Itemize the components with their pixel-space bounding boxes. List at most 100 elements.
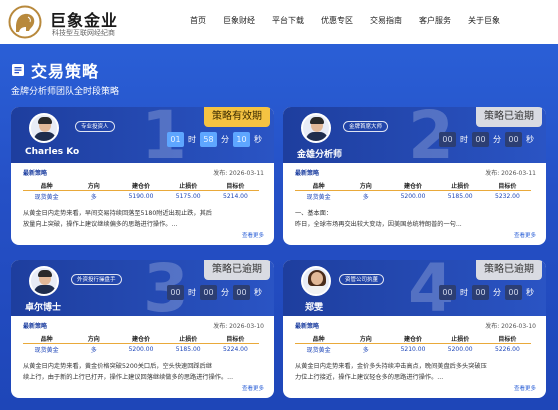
analyst-name[interactable]: Charles Ko <box>25 147 79 157</box>
nav-item-about[interactable]: 关于巨象 <box>468 15 500 26</box>
cell-direction: 多 <box>90 194 97 201</box>
cell-direction: 多 <box>362 194 369 201</box>
unit-minute: 分 <box>493 135 501 144</box>
strategy-table: 品种 方向 建仓价 止损价 目标价 现货黄金 多 5200.00 5185.00… <box>23 333 259 355</box>
countdown-hours: 01 <box>167 132 184 147</box>
cell-entry: 5200.00 <box>128 346 154 353</box>
col-target: 目标价 <box>226 182 245 190</box>
unit-hour: 时 <box>188 135 196 144</box>
analyst-tag: 外资投行操盘手 <box>71 274 122 285</box>
col-stop: 止损价 <box>451 335 470 343</box>
table-row: 现货黄金 多 5200.00 5185.00 5232.00 <box>295 191 531 202</box>
table-header: 品种 方向 建仓价 止损价 目标价 <box>295 180 531 191</box>
strategy-text: 从黄金日内走势来看，金价多头持续冲击高点，晚间美盘后多头突破压 力位上行接近，操… <box>295 361 535 383</box>
section-subtitle: 金牌分析师团队全时段策略 <box>11 87 120 97</box>
countdown-seconds: 00 <box>505 285 522 300</box>
countdown-timer: 00 时 00 分 00 秒 <box>439 132 538 147</box>
strategy-text-line: 力位上行接近，操作上建议轻仓多的思路进行操作。... <box>295 374 444 381</box>
latest-strategy-label: 最新策略 <box>23 323 48 330</box>
cell-direction: 多 <box>90 347 97 354</box>
countdown-seconds: 10 <box>233 132 250 147</box>
cell-symbol: 现货黄金 <box>306 194 331 201</box>
strategy-text-line: 放量向上突破，操作上建议继续偏多的思路进行操作。... <box>23 221 178 228</box>
col-symbol: 品种 <box>40 182 53 190</box>
latest-strategy-label: 最新策略 <box>295 323 320 330</box>
strategy-card-2[interactable]: 2 金牌首席大师 金雄分析师 策略已逾期 00 时 00 分 00 秒 最新策略… <box>283 107 546 245</box>
unit-second: 秒 <box>254 288 262 297</box>
cell-entry: 5210.00 <box>400 346 426 353</box>
view-more-link[interactable]: 查看更多 <box>514 231 536 239</box>
col-target: 目标价 <box>226 335 245 343</box>
avatar <box>29 266 59 296</box>
analyst-name[interactable]: 郑雯 <box>305 300 323 313</box>
view-more-link[interactable]: 查看更多 <box>514 384 536 392</box>
countdown-timer: 01 时 58 分 10 秒 <box>167 132 266 147</box>
unit-minute: 分 <box>493 288 501 297</box>
col-symbol: 品种 <box>40 335 53 343</box>
unit-minute: 分 <box>221 135 229 144</box>
unit-second: 秒 <box>526 135 534 144</box>
publish-date: 发布: 2026-03-10 <box>485 323 536 330</box>
col-direction: 方向 <box>359 335 372 343</box>
countdown-minutes: 00 <box>472 285 489 300</box>
cell-entry: 5190.00 <box>128 193 154 200</box>
latest-strategy-label: 最新策略 <box>295 170 320 177</box>
cell-symbol: 现货黄金 <box>34 194 59 201</box>
strategy-text-line: 从黄金日内走势来看，早间交易持续回落至5180附近出现止跌，其后 <box>23 210 212 217</box>
analyst-tag: 专业投资人 <box>75 121 115 132</box>
avatar <box>301 266 331 296</box>
col-target: 目标价 <box>498 335 517 343</box>
table-header: 品种 方向 建仓价 止损价 目标价 <box>295 333 531 344</box>
avatar <box>301 113 331 143</box>
nav-item-customer-service[interactable]: 客户服务 <box>419 15 451 26</box>
view-more-link[interactable]: 查看更多 <box>242 384 264 392</box>
countdown-seconds: 00 <box>233 285 250 300</box>
cell-stop: 5175.00 <box>175 193 201 200</box>
col-symbol: 品种 <box>312 335 325 343</box>
strategy-table: 品种 方向 建仓价 止损价 目标价 现货黄金 多 5210.00 5200.00… <box>295 333 531 355</box>
analyst-name[interactable]: 卓尔博士 <box>25 300 61 313</box>
cell-entry: 5200.00 <box>400 193 426 200</box>
latest-strategy-label: 最新策略 <box>23 170 48 177</box>
nav-item-finance[interactable]: 巨象财经 <box>223 15 255 26</box>
countdown-seconds: 00 <box>505 132 522 147</box>
col-direction: 方向 <box>87 335 100 343</box>
table-row: 现货黄金 多 5190.00 5175.00 5214.00 <box>23 191 259 202</box>
nav-item-home[interactable]: 首页 <box>190 15 206 26</box>
strategy-section: 交易策略 金牌分析师团队全时段策略 1 专业投资人 Charles Ko 策略有… <box>0 44 558 410</box>
strategy-card-3[interactable]: 3 外资投行操盘手 卓尔博士 策略已逾期 00 时 00 分 00 秒 最新策略… <box>11 260 274 398</box>
unit-hour: 时 <box>460 288 468 297</box>
avatar <box>29 113 59 143</box>
nav-item-trading-guide[interactable]: 交易指南 <box>370 15 402 26</box>
view-more-link[interactable]: 查看更多 <box>242 231 264 239</box>
col-stop: 止损价 <box>179 335 198 343</box>
analyst-tag: 资管公司执董 <box>339 274 385 285</box>
nav-item-promotions[interactable]: 优惠专区 <box>321 15 353 26</box>
cell-target: 5224.00 <box>223 346 248 353</box>
status-badge: 策略已逾期 <box>476 107 542 127</box>
strategy-text-line: 续上行，由于新的上行已打开，操作上建议回落继续做多的思路进行操作。... <box>23 374 234 381</box>
strategy-card-4[interactable]: 4 资管公司执董 郑雯 策略已逾期 00 时 00 分 00 秒 最新策略 发布… <box>283 260 546 398</box>
cell-target: 5226.00 <box>495 346 520 353</box>
elephant-logo-icon[interactable] <box>8 5 42 39</box>
countdown-minutes: 00 <box>200 285 217 300</box>
section-title-text: 交易策略 <box>31 62 100 81</box>
table-row: 现货黄金 多 5200.00 5185.00 5224.00 <box>23 344 259 355</box>
strategy-text-line: 昨日，全球市场再交出较大变动，因美国总统特朗普的一句... <box>295 221 462 228</box>
col-stop: 止损价 <box>451 182 470 190</box>
analyst-name[interactable]: 金雄分析师 <box>297 147 342 160</box>
cell-target: 5214.00 <box>223 193 248 200</box>
publish-date: 发布: 2026-03-11 <box>485 170 536 177</box>
col-entry: 建仓价 <box>404 335 423 343</box>
countdown-timer: 00 时 00 分 00 秒 <box>167 285 266 300</box>
section-title: 交易策略 <box>11 58 99 82</box>
unit-second: 秒 <box>254 135 262 144</box>
nav-item-download[interactable]: 平台下载 <box>272 15 304 26</box>
countdown-minutes: 58 <box>200 132 217 147</box>
strategy-card-1[interactable]: 1 专业投资人 Charles Ko 策略有效期 01 时 58 分 10 秒 … <box>11 107 274 245</box>
col-entry: 建仓价 <box>132 182 151 190</box>
table-header: 品种 方向 建仓价 止损价 目标价 <box>23 333 259 344</box>
unit-hour: 时 <box>460 135 468 144</box>
strategy-table: 品种 方向 建仓价 止损价 目标价 现货黄金 多 5190.00 5175.00… <box>23 180 259 202</box>
col-symbol: 品种 <box>312 182 325 190</box>
